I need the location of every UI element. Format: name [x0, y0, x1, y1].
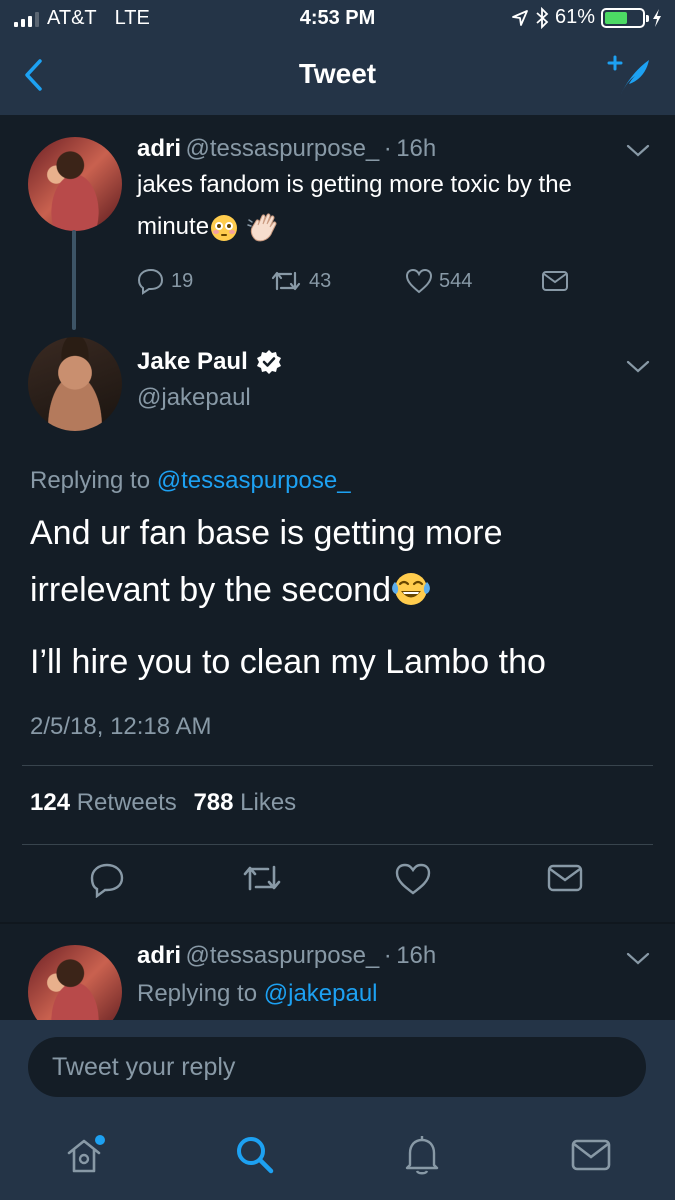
- battery-percent: 61%: [554, 6, 595, 28]
- tweet-text-content: jakes fandom is getting more toxic by th…: [137, 171, 572, 240]
- location-icon: [512, 9, 528, 26]
- retweet-action[interactable]: 43: [269, 269, 405, 293]
- chevron-down-icon[interactable]: [626, 952, 650, 966]
- tweet-time: 16h: [396, 942, 437, 969]
- heart-icon: [405, 268, 433, 294]
- like-count: 544: [439, 269, 473, 292]
- author-name[interactable]: adri: [137, 942, 181, 969]
- replying-prefix: Replying to: [137, 980, 258, 1007]
- likes-label: Likes: [240, 789, 297, 816]
- battery-icon: [601, 7, 649, 28]
- divider: [22, 765, 653, 766]
- dm-action[interactable]: [541, 269, 569, 293]
- author-name[interactable]: adri: [137, 135, 181, 162]
- separator: ·: [383, 135, 392, 162]
- top-bar: AT&T LTE 4:53 PM 61% Tweet: [0, 0, 675, 115]
- avatar[interactable]: [28, 137, 122, 231]
- tweet-header: adri @tessaspurpose_ · 16h: [137, 942, 436, 970]
- retweets-count: 124: [30, 789, 71, 816]
- replying-to-handle[interactable]: @tessaspurpose_: [157, 467, 351, 494]
- home-icon[interactable]: [64, 1133, 108, 1177]
- status-bar: AT&T LTE 4:53 PM 61%: [0, 0, 675, 38]
- reply-count: 19: [171, 269, 194, 292]
- tweet-text-line-2-content: irrelevant by the second: [30, 571, 391, 609]
- tweet-text-line-2: irrelevant by the second: [30, 571, 431, 611]
- author-handle[interactable]: @tessaspurpose_: [185, 135, 379, 162]
- flushed-face-emoji-icon: [211, 214, 238, 241]
- replying-to: Replying to @tessaspurpose_: [30, 467, 351, 495]
- retweet-count: 43: [309, 269, 332, 292]
- likes-count: 788: [193, 789, 234, 816]
- tweet-text: jakes fandom is getting more toxic by th…: [137, 164, 627, 248]
- separator: ·: [383, 942, 392, 969]
- replying-to: Replying to @jakepaul: [137, 980, 378, 1008]
- envelope-icon[interactable]: [547, 862, 583, 894]
- retweet-icon: [271, 271, 301, 291]
- envelope-icon: [542, 271, 568, 291]
- like-action[interactable]: 544: [405, 268, 541, 294]
- tweet-stats: 124 Retweets 788 Likes: [30, 789, 296, 817]
- tweet-header: adri @tessaspurpose_ · 16h: [137, 135, 436, 163]
- chevron-down-icon[interactable]: [626, 144, 650, 158]
- avatar[interactable]: [28, 337, 122, 431]
- divider: [22, 844, 653, 845]
- page-title: Tweet: [298, 58, 377, 89]
- replying-prefix: Replying to: [30, 467, 151, 494]
- verified-badge-icon: [256, 350, 281, 374]
- reply-icon: [137, 268, 164, 295]
- tweet-actions: 19 43 544: [137, 267, 569, 295]
- heart-icon[interactable]: [394, 862, 432, 896]
- nav-bar: Tweet: [0, 38, 675, 115]
- author-row: Jake Paul: [137, 348, 282, 376]
- compose-tweet-icon[interactable]: [607, 54, 653, 98]
- tab-bar: [0, 1115, 675, 1200]
- reply-bar: Tweet your reply: [0, 1020, 675, 1115]
- thread-connector: [72, 230, 76, 330]
- author-handle[interactable]: @jakepaul: [137, 384, 251, 412]
- charging-icon: [653, 8, 661, 27]
- likes-stat[interactable]: 788 Likes: [193, 789, 296, 816]
- tweet-timestamp: 2/5/18, 12:18 AM: [30, 713, 212, 740]
- reply-icon[interactable]: [89, 862, 125, 898]
- retweets-stat[interactable]: 124 Retweets: [30, 789, 177, 816]
- replying-to-handle[interactable]: @jakepaul: [264, 980, 378, 1007]
- tears-of-joy-emoji-icon: [392, 573, 430, 606]
- author-name[interactable]: Jake Paul: [137, 348, 248, 376]
- notifications-bell-icon[interactable]: [402, 1133, 442, 1177]
- tweet-time: 16h: [396, 135, 437, 162]
- search-icon[interactable]: [233, 1133, 277, 1177]
- author-handle[interactable]: @tessaspurpose_: [185, 942, 379, 969]
- bluetooth-icon: [536, 6, 549, 29]
- tweet-text-line-3: I’ll hire you to clean my Lambo tho: [30, 643, 546, 681]
- section-divider: [0, 922, 675, 924]
- chevron-down-icon[interactable]: [626, 360, 650, 374]
- reply-action[interactable]: 19: [137, 267, 269, 295]
- retweet-icon[interactable]: [240, 862, 284, 894]
- tweet-text-line-1: And ur fan base is getting more: [30, 514, 503, 552]
- tweet-action-bar: [0, 862, 675, 906]
- retweets-label: Retweets: [76, 789, 177, 816]
- waving-hand-emoji-icon: [247, 213, 277, 242]
- messages-envelope-icon[interactable]: [570, 1133, 612, 1177]
- reply-input[interactable]: Tweet your reply: [28, 1037, 646, 1097]
